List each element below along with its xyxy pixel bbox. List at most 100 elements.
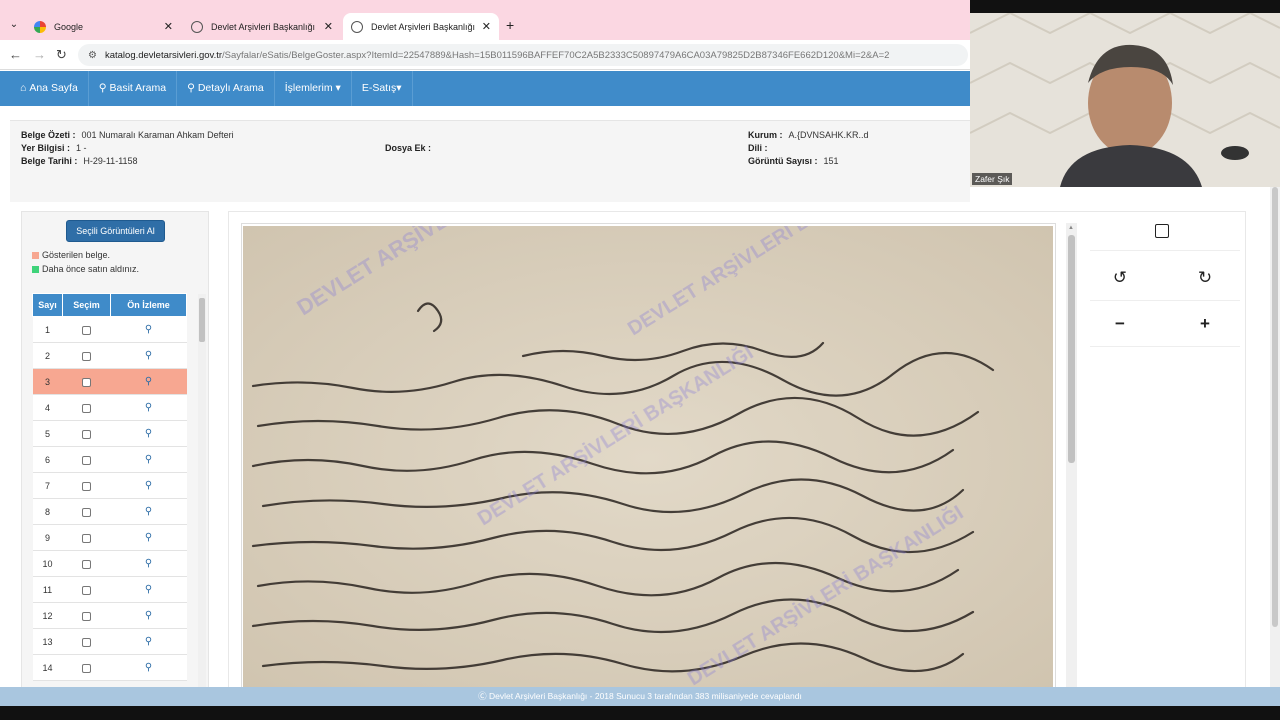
tab-search-chevron-icon[interactable]: ⌄ xyxy=(6,17,22,33)
preview-magnifier-icon[interactable]: ⚲ xyxy=(145,454,152,465)
table-row[interactable]: 4 ⚲ xyxy=(32,394,187,421)
site-info-icon[interactable]: ⚙ xyxy=(88,50,97,61)
forward-arrow-icon[interactable]: → xyxy=(33,47,46,62)
table-row[interactable]: 3 ⚲ xyxy=(32,368,187,395)
document-image[interactable]: DEVLET ARŞİVLERİ BAŞKANLIĞI DEVLET ARŞİV… xyxy=(243,226,1053,691)
select-checkbox[interactable] xyxy=(82,507,91,517)
select-checkbox[interactable] xyxy=(82,585,91,595)
preview-magnifier-icon[interactable]: ⚲ xyxy=(145,402,152,413)
row-number: 9 xyxy=(32,524,63,551)
url-path: /Sayfalar/eSatis/BelgeGoster.aspx?ItemId… xyxy=(222,49,890,61)
table-row[interactable]: 11 ⚲ xyxy=(32,576,187,603)
nav-detayli-arama[interactable]: ⚲ Detaylı Arama xyxy=(177,71,275,106)
dosya-ek: Dosya Ek : xyxy=(385,143,437,153)
preview-magnifier-icon[interactable]: ⚲ xyxy=(145,428,152,439)
globe-favicon-icon xyxy=(191,20,203,33)
image-list-panel: Seçili Görüntüleri Al Gösterilen belge. … xyxy=(21,211,209,694)
nav-label: İşlemlerim xyxy=(284,82,333,94)
label: Dosya Ek : xyxy=(385,143,432,153)
table-row[interactable]: 10 ⚲ xyxy=(32,550,187,577)
nav-basit-arama[interactable]: ⚲ Basit Arama xyxy=(89,71,178,106)
select-checkbox[interactable] xyxy=(82,351,91,361)
select-checkbox[interactable] xyxy=(82,663,91,673)
select-checkbox[interactable] xyxy=(82,325,91,335)
webcam-name-label: Zafer Şık xyxy=(972,173,1013,185)
zoom-in-icon[interactable]: + xyxy=(1193,312,1217,336)
select-checkbox[interactable] xyxy=(82,403,91,413)
nav-e-satis[interactable]: E-Satış▾ xyxy=(352,71,413,106)
tab-devlet-arsivleri-1[interactable]: Devlet Arşivleri Başkanlığı ✕ xyxy=(183,13,341,40)
nav-label: Detaylı Arama xyxy=(197,82,264,94)
table-row[interactable]: 9 ⚲ xyxy=(32,524,187,551)
search-icon: ⚲ xyxy=(187,82,195,94)
select-images-button[interactable]: Seçili Görüntüleri Al xyxy=(66,220,165,242)
row-number: 8 xyxy=(32,498,63,525)
legend-label: Daha önce satın aldınız. xyxy=(42,264,140,274)
table-row[interactable]: 7 ⚲ xyxy=(32,472,187,499)
table-row[interactable]: 2 ⚲ xyxy=(32,342,187,369)
row-number: 13 xyxy=(32,628,63,655)
scrollbar-thumb[interactable] xyxy=(1272,187,1278,627)
tab-devlet-arsivleri-2[interactable]: Devlet Arşivleri Başkanlığı ✕ xyxy=(343,13,499,40)
row-select xyxy=(62,394,111,421)
label: Görüntü Sayısı : xyxy=(748,156,818,166)
preview-magnifier-icon[interactable]: ⚲ xyxy=(145,636,152,647)
reload-icon[interactable]: ↻ xyxy=(56,47,67,63)
preview-magnifier-icon[interactable]: ⚲ xyxy=(145,324,152,335)
select-checkbox[interactable] xyxy=(82,481,91,491)
select-checkbox[interactable] xyxy=(82,533,91,543)
row-select xyxy=(62,550,111,577)
back-arrow-icon[interactable]: ← xyxy=(9,47,22,62)
bottom-black-bar xyxy=(0,706,1280,720)
table-row[interactable]: 12 ⚲ xyxy=(32,602,187,629)
select-checkbox[interactable] xyxy=(82,559,91,569)
page-scrollbar[interactable] xyxy=(1270,187,1280,692)
select-checkbox[interactable] xyxy=(82,377,91,387)
table-row[interactable]: 6 ⚲ xyxy=(32,446,187,473)
select-checkbox[interactable] xyxy=(82,611,91,621)
url-input[interactable]: ⚙ katalog.devletarsivleri.gov.tr/Sayfala… xyxy=(78,44,968,66)
preview-magnifier-icon[interactable]: ⚲ xyxy=(145,506,152,517)
legend-label: Gösterilen belge. xyxy=(42,250,111,260)
preview-magnifier-icon[interactable]: ⚲ xyxy=(145,662,152,673)
preview-magnifier-icon[interactable]: ⚲ xyxy=(145,532,152,543)
select-checkbox[interactable] xyxy=(82,455,91,465)
preview-magnifier-icon[interactable]: ⚲ xyxy=(145,610,152,621)
row-number: 11 xyxy=(32,576,63,603)
preview-magnifier-icon[interactable]: ⚲ xyxy=(145,584,152,595)
table-row[interactable]: 13 ⚲ xyxy=(32,628,187,655)
close-tab-icon[interactable]: ✕ xyxy=(164,20,173,33)
value: A.{DVNSAHK.KR..d xyxy=(788,130,869,140)
close-tab-icon[interactable]: ✕ xyxy=(482,20,491,33)
row-preview: ⚲ xyxy=(110,550,187,577)
row-preview: ⚲ xyxy=(110,524,187,551)
table-row[interactable]: 14 ⚲ xyxy=(32,654,187,681)
close-tab-icon[interactable]: ✕ xyxy=(324,20,333,33)
preview-magnifier-icon[interactable]: ⚲ xyxy=(145,376,152,387)
scrollbar-thumb[interactable] xyxy=(1068,235,1075,463)
scroll-up-icon[interactable]: ▲ xyxy=(1068,225,1074,231)
tab-google[interactable]: Google ✕ xyxy=(26,13,181,40)
select-checkbox[interactable] xyxy=(82,429,91,439)
table-row[interactable]: 8 ⚲ xyxy=(32,498,187,525)
row-number: 5 xyxy=(32,420,63,447)
select-checkbox[interactable] xyxy=(82,637,91,647)
nav-islemlerim[interactable]: İşlemlerim ▾ xyxy=(275,71,352,106)
preview-magnifier-icon[interactable]: ⚲ xyxy=(145,350,152,361)
preview-magnifier-icon[interactable]: ⚲ xyxy=(145,480,152,491)
new-tab-plus-icon[interactable]: + xyxy=(506,17,514,33)
zoom-out-icon[interactable]: − xyxy=(1108,312,1132,336)
scrollbar-thumb[interactable] xyxy=(199,298,205,342)
kurum: Kurum : A.{DVNSAHK.KR..d xyxy=(748,130,869,140)
webcam-overlay: Zafer Şık xyxy=(970,13,1280,187)
table-row[interactable]: 5 ⚲ xyxy=(32,420,187,447)
image-list-scrollbar[interactable] xyxy=(198,294,206,694)
preview-magnifier-icon[interactable]: ⚲ xyxy=(145,558,152,569)
rotate-right-icon[interactable]: ↻ xyxy=(1193,266,1217,290)
viewer-scrollbar[interactable]: ▲ xyxy=(1066,223,1077,691)
nav-ana-sayfa[interactable]: ⌂ Ana Sayfa xyxy=(10,71,89,106)
row-select xyxy=(62,368,111,395)
row-select xyxy=(62,446,111,473)
table-row[interactable]: 1 ⚲ xyxy=(32,316,187,343)
rotate-left-icon[interactable]: ↺ xyxy=(1108,266,1132,290)
